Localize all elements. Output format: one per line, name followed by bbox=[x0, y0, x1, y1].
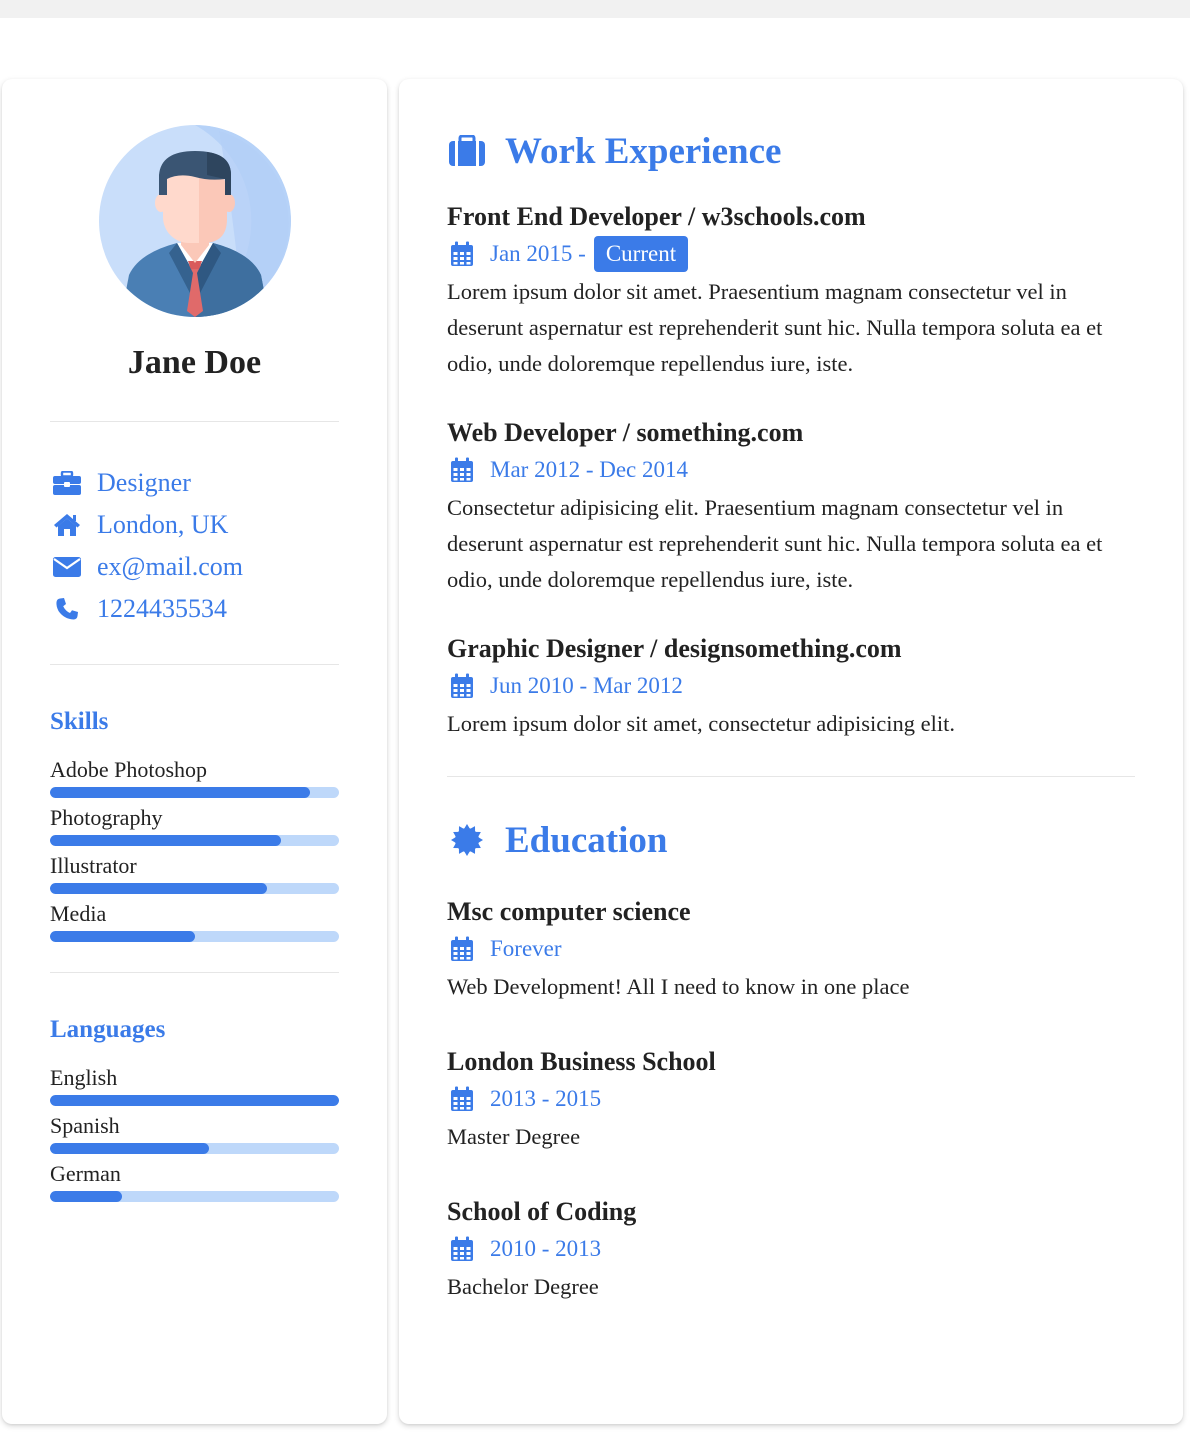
language-item: Spanish bbox=[50, 1113, 339, 1154]
skill-bar bbox=[50, 882, 339, 894]
contact-phone-text[interactable]: 1224435534 bbox=[97, 594, 227, 624]
contact-email-text[interactable]: ex@mail.com bbox=[97, 552, 243, 582]
skill-item: Adobe Photoshop bbox=[50, 757, 339, 798]
language-item: English bbox=[50, 1065, 339, 1106]
skill-label: Photography bbox=[50, 804, 163, 830]
entry-date: 2013 - 2015 bbox=[447, 1079, 1135, 1119]
calendar-icon bbox=[447, 671, 477, 701]
education-entry: Msc computer science Forever Web Develop… bbox=[447, 895, 1135, 1005]
skill-label: Media bbox=[50, 900, 107, 926]
language-bar bbox=[50, 1094, 339, 1106]
calendar-icon bbox=[447, 1084, 477, 1114]
contact-email[interactable]: ex@mail.com bbox=[50, 546, 339, 588]
home-icon bbox=[50, 511, 84, 539]
certificate-icon bbox=[447, 820, 487, 860]
entry-title: Graphic Designer / designsomething.com bbox=[447, 634, 902, 663]
skill-item: Illustrator bbox=[50, 853, 339, 894]
skill-bar bbox=[50, 834, 339, 846]
work-experience-header: Work Experience bbox=[447, 126, 1135, 176]
skill-bar bbox=[50, 786, 339, 798]
skill-bar-fill bbox=[50, 786, 311, 798]
skill-bar-fill bbox=[50, 882, 267, 894]
language-bar bbox=[50, 1142, 339, 1154]
contact-phone[interactable]: 1224435534 bbox=[50, 588, 339, 630]
work-entry: Front End Developer / w3schools.com Jan … bbox=[447, 200, 1135, 382]
entry-description: Consectetur adipisicing elit. Praesentiu… bbox=[447, 495, 1103, 592]
languages-title: Languages bbox=[50, 1015, 166, 1043]
calendar-icon bbox=[447, 934, 477, 964]
entry-date-text: Mar 2012 - Dec 2014 bbox=[490, 457, 689, 482]
avatar bbox=[98, 125, 291, 317]
contact-location: London, UK bbox=[50, 504, 339, 546]
skill-label: Illustrator bbox=[50, 852, 137, 878]
education-title: Education bbox=[505, 819, 668, 861]
contact-occupation-text: Designer bbox=[97, 467, 191, 497]
language-item: German bbox=[50, 1161, 339, 1202]
profile-name: Jane Doe bbox=[127, 344, 262, 381]
skill-label: Adobe Photoshop bbox=[50, 756, 208, 782]
entry-description: Lorem ipsum dolor sit amet, consectetur … bbox=[447, 711, 956, 736]
language-label: English bbox=[50, 1064, 118, 1090]
calendar-icon bbox=[447, 1234, 477, 1264]
browser-top-strip bbox=[0, 0, 1190, 18]
work-entry: Graphic Designer / designsomething.com J… bbox=[447, 632, 1135, 742]
entry-date-text: Jan 2015 - bbox=[490, 241, 586, 266]
resume-main-card: Work Experience Front End Developer / w3… bbox=[399, 79, 1183, 1424]
skill-bar-fill bbox=[50, 834, 282, 846]
divider bbox=[50, 663, 339, 665]
work-experience-list: Front End Developer / w3schools.com Jan … bbox=[447, 200, 1135, 742]
entry-date: Forever bbox=[447, 929, 1135, 969]
work-entry: Web Developer / something.com Mar 2012 -… bbox=[447, 416, 1135, 598]
language-bar-fill bbox=[50, 1094, 339, 1106]
entry-date-text: Jun 2010 - Mar 2012 bbox=[490, 673, 683, 698]
skill-item: Photography bbox=[50, 805, 339, 846]
entry-date-text: Forever bbox=[490, 936, 562, 961]
profile-sidebar-card: Jane Doe Designer London, UK ex@mail.com… bbox=[2, 79, 387, 1424]
language-bar-fill bbox=[50, 1190, 123, 1202]
divider bbox=[447, 776, 1135, 777]
contact-occupation: Designer bbox=[50, 462, 339, 504]
divider bbox=[50, 420, 339, 422]
entry-title: School of Coding bbox=[447, 1197, 637, 1226]
skills-title: Skills bbox=[50, 707, 109, 735]
language-bar bbox=[50, 1190, 339, 1202]
education-list: Msc computer science Forever Web Develop… bbox=[447, 895, 1135, 1305]
current-badge: Current bbox=[593, 236, 689, 272]
skill-item: Media bbox=[50, 901, 339, 942]
entry-title: Web Developer / something.com bbox=[447, 418, 804, 447]
languages-list: English Spanish German bbox=[50, 1065, 339, 1202]
entry-description: Bachelor Degree bbox=[447, 1274, 599, 1299]
phone-icon bbox=[50, 595, 84, 623]
language-label: Spanish bbox=[50, 1112, 120, 1138]
work-experience-title: Work Experience bbox=[505, 130, 782, 172]
entry-title: Msc computer science bbox=[447, 897, 691, 926]
divider bbox=[50, 971, 339, 973]
education-entry: London Business School 2013 - 2015 Maste… bbox=[447, 1045, 1135, 1155]
entry-description: Web Development! All I need to know in o… bbox=[447, 974, 910, 999]
calendar-icon bbox=[447, 239, 477, 269]
entry-date: Mar 2012 - Dec 2014 bbox=[447, 450, 1135, 490]
skill-bar-fill bbox=[50, 930, 195, 942]
contact-location-text: London, UK bbox=[97, 509, 229, 539]
entry-date: 2010 - 2013 bbox=[447, 1229, 1135, 1269]
entry-title: London Business School bbox=[447, 1047, 716, 1076]
language-bar-fill bbox=[50, 1142, 209, 1154]
skill-bar bbox=[50, 930, 339, 942]
contact-list: Designer London, UK ex@mail.com 12244355… bbox=[50, 462, 339, 630]
entry-title: Front End Developer / w3schools.com bbox=[447, 202, 866, 231]
entry-description: Master Degree bbox=[447, 1124, 581, 1149]
entry-description: Lorem ipsum dolor sit amet. Praesentium … bbox=[447, 279, 1103, 376]
briefcase-icon bbox=[50, 469, 84, 497]
skills-list: Adobe Photoshop Photography Illustrator … bbox=[50, 757, 339, 942]
education-header: Education bbox=[447, 815, 1135, 865]
entry-date-text: 2010 - 2013 bbox=[490, 1236, 602, 1261]
education-entry: School of Coding 2010 - 2013 Bachelor De… bbox=[447, 1195, 1135, 1305]
envelope-icon bbox=[50, 553, 84, 581]
calendar-icon bbox=[447, 455, 477, 485]
suitcase-icon bbox=[447, 131, 487, 171]
language-label: German bbox=[50, 1160, 121, 1186]
entry-date: Jan 2015 - Current bbox=[447, 234, 1135, 274]
entry-date-text: 2013 - 2015 bbox=[490, 1086, 602, 1111]
entry-date: Jun 2010 - Mar 2012 bbox=[447, 666, 1135, 706]
